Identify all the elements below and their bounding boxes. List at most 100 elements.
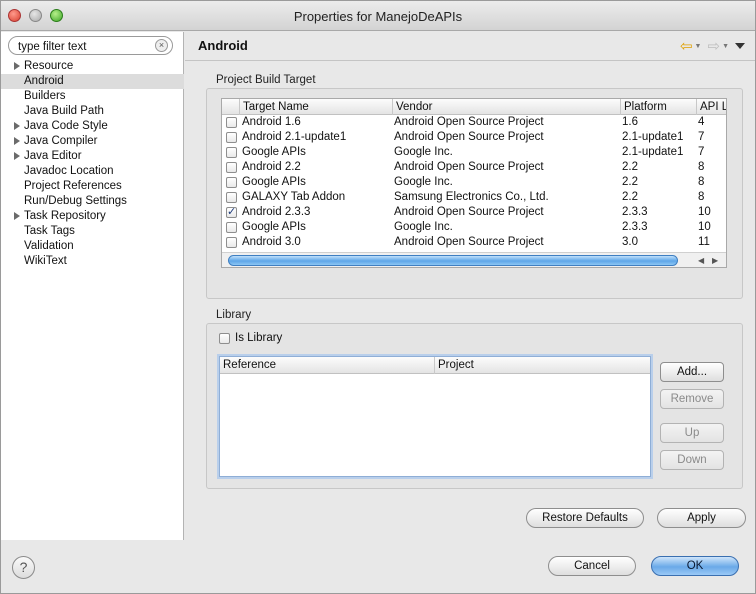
tree-item[interactable]: Run/Debug Settings xyxy=(1,194,184,209)
target-checkbox[interactable] xyxy=(226,222,237,233)
vendor-cell: Android Open Source Project xyxy=(394,206,544,218)
target-checkbox[interactable] xyxy=(226,147,237,158)
column-header-vendor[interactable]: Vendor xyxy=(392,99,620,115)
cancel-button[interactable]: Cancel xyxy=(548,556,636,576)
back-arrow-icon[interactable]: ⇦ xyxy=(680,37,693,55)
page-title: Android xyxy=(198,38,248,53)
build-target-rows: Android 1.6 Android Open Source Project 1.… xyxy=(222,115,726,250)
move-down-button[interactable]: Down xyxy=(660,450,724,470)
apply-button[interactable]: Apply xyxy=(657,508,746,528)
tree-item-label: Java Editor xyxy=(24,150,82,162)
back-menu-icon[interactable]: ▼ xyxy=(695,43,702,50)
target-checkbox[interactable] xyxy=(226,162,237,173)
platform-cell: 1.6 xyxy=(622,116,638,128)
scrollbar-thumb[interactable] xyxy=(228,255,678,266)
vendor-cell: Android Open Source Project xyxy=(394,236,544,248)
tree-item-label: Javadoc Location xyxy=(24,165,114,177)
library-reference-table[interactable]: Reference Project xyxy=(219,356,651,477)
tree-item[interactable]: Task Repository xyxy=(1,209,184,224)
expand-triangle-icon[interactable] xyxy=(14,212,20,220)
target-checkbox[interactable] xyxy=(226,205,237,220)
tree-item[interactable]: Builders xyxy=(1,89,184,104)
vendor-cell: Android Open Source Project xyxy=(394,161,544,173)
tree-item[interactable]: Java Editor xyxy=(1,149,184,164)
vendor-cell: Samsung Electronics Co., Ltd. xyxy=(394,191,549,203)
platform-cell: 2.1-update1 xyxy=(622,146,684,158)
preference-tree-pane: × Resource Android Builders Java Build Path… xyxy=(1,32,184,540)
column-header-target-name[interactable]: Target Name xyxy=(239,99,392,115)
forward-arrow-icon[interactable]: ⇨ xyxy=(707,37,720,55)
add-library-button[interactable]: Add... xyxy=(660,362,724,382)
column-header-platform[interactable]: Platform xyxy=(620,99,696,115)
column-header-project[interactable]: Project xyxy=(434,357,650,374)
tree-item[interactable]: Java Compiler xyxy=(1,134,184,149)
history-navigation: ⇦ ▼ ⇨ ▼ xyxy=(680,37,745,55)
library-group-label: Library xyxy=(216,309,252,321)
tree-item-label: Task Repository xyxy=(24,210,106,222)
tree-item[interactable]: Java Build Path xyxy=(1,104,184,119)
table-row[interactable]: Google APIs Google Inc. 2.3.3 10 xyxy=(222,220,726,235)
table-row[interactable]: Android 1.6 Android Open Source Project 1.… xyxy=(222,115,726,130)
is-library-checkbox[interactable] xyxy=(219,333,230,344)
table-row[interactable]: Google APIs Google Inc. 2.1-update1 7 xyxy=(222,145,726,160)
api-level-cell: 11 xyxy=(698,236,710,248)
expand-triangle-icon[interactable] xyxy=(14,152,20,160)
target-checkbox[interactable] xyxy=(226,117,237,128)
tree-item[interactable]: Validation xyxy=(1,239,184,254)
horizontal-scrollbar[interactable]: ◀ ▶ xyxy=(222,252,726,267)
help-button[interactable]: ? xyxy=(12,556,35,579)
table-row[interactable]: Android 2.2 Android Open Source Project 2.… xyxy=(222,160,726,175)
is-library-label[interactable]: Is Library xyxy=(235,332,282,344)
tree-item-label: Java Code Style xyxy=(24,120,108,132)
expand-triangle-icon[interactable] xyxy=(14,122,20,130)
title-bar[interactable]: Properties for ManejoDeAPIs xyxy=(1,1,755,31)
platform-cell: 2.1-update1 xyxy=(622,131,684,143)
library-table-header: Reference Project xyxy=(220,357,650,374)
table-row[interactable]: Android 3.0 Android Open Source Project 3.… xyxy=(222,235,726,250)
target-checkbox[interactable] xyxy=(226,132,237,143)
tree-item[interactable]: WikiText xyxy=(1,254,184,269)
move-up-button[interactable]: Up xyxy=(660,423,724,443)
scroll-right-icon[interactable]: ▶ xyxy=(712,256,718,265)
restore-defaults-button[interactable]: Restore Defaults xyxy=(526,508,644,528)
target-checkbox[interactable] xyxy=(226,237,237,248)
tree-item-label: Resource xyxy=(24,60,74,72)
tree-item[interactable]: Project References xyxy=(1,179,184,194)
table-row[interactable]: GALAXY Tab Addon Samsung Electronics Co.,… xyxy=(222,190,726,205)
filter-input[interactable] xyxy=(8,36,173,55)
target-name-cell: Android 1.6 xyxy=(242,116,301,128)
ok-button[interactable]: OK xyxy=(651,556,739,576)
target-checkbox[interactable] xyxy=(226,192,237,203)
tree-item[interactable]: Java Code Style xyxy=(1,119,184,134)
forward-menu-icon[interactable]: ▼ xyxy=(722,43,729,50)
tree-item[interactable]: Android xyxy=(1,74,184,89)
column-header-api-level[interactable]: API Le xyxy=(696,99,726,115)
build-target-table[interactable]: Target Name Vendor Platform API Le Andro… xyxy=(221,98,727,268)
view-menu-icon[interactable] xyxy=(735,43,745,49)
table-row[interactable]: Google APIs Google Inc. 2.2 8 xyxy=(222,175,726,190)
platform-cell: 2.3.3 xyxy=(622,206,648,218)
api-level-cell: 7 xyxy=(698,146,705,158)
target-name-cell: Android 2.2 xyxy=(242,161,301,173)
preference-tree: Resource Android Builders Java Build Path Ja… xyxy=(1,59,184,269)
expand-triangle-icon[interactable] xyxy=(14,62,20,70)
vendor-cell: Google Inc. xyxy=(394,146,453,158)
scroll-left-icon[interactable]: ◀ xyxy=(698,256,704,265)
tree-item[interactable]: Resource xyxy=(1,59,184,74)
table-row[interactable]: Android 2.3.3 Android Open Source Project… xyxy=(222,205,726,220)
tree-item-label: Java Build Path xyxy=(24,105,104,117)
tree-item[interactable]: Javadoc Location xyxy=(1,164,184,179)
remove-library-button[interactable]: Remove xyxy=(660,389,724,409)
tree-item-label: WikiText xyxy=(24,255,67,267)
expand-triangle-icon[interactable] xyxy=(14,137,20,145)
clear-filter-icon[interactable]: × xyxy=(155,39,168,52)
target-name-cell: Android 3.0 xyxy=(242,236,301,248)
column-header-reference[interactable]: Reference xyxy=(220,357,434,374)
target-name-cell: Android 2.3.3 xyxy=(242,206,311,218)
target-name-cell: Android 2.1-update1 xyxy=(242,131,347,143)
tree-item-label: Java Compiler xyxy=(24,135,98,147)
table-row[interactable]: Android 2.1-update1 Android Open Source P… xyxy=(222,130,726,145)
tree-item-label: Project References xyxy=(24,180,122,192)
tree-item[interactable]: Task Tags xyxy=(1,224,184,239)
target-checkbox[interactable] xyxy=(226,177,237,188)
